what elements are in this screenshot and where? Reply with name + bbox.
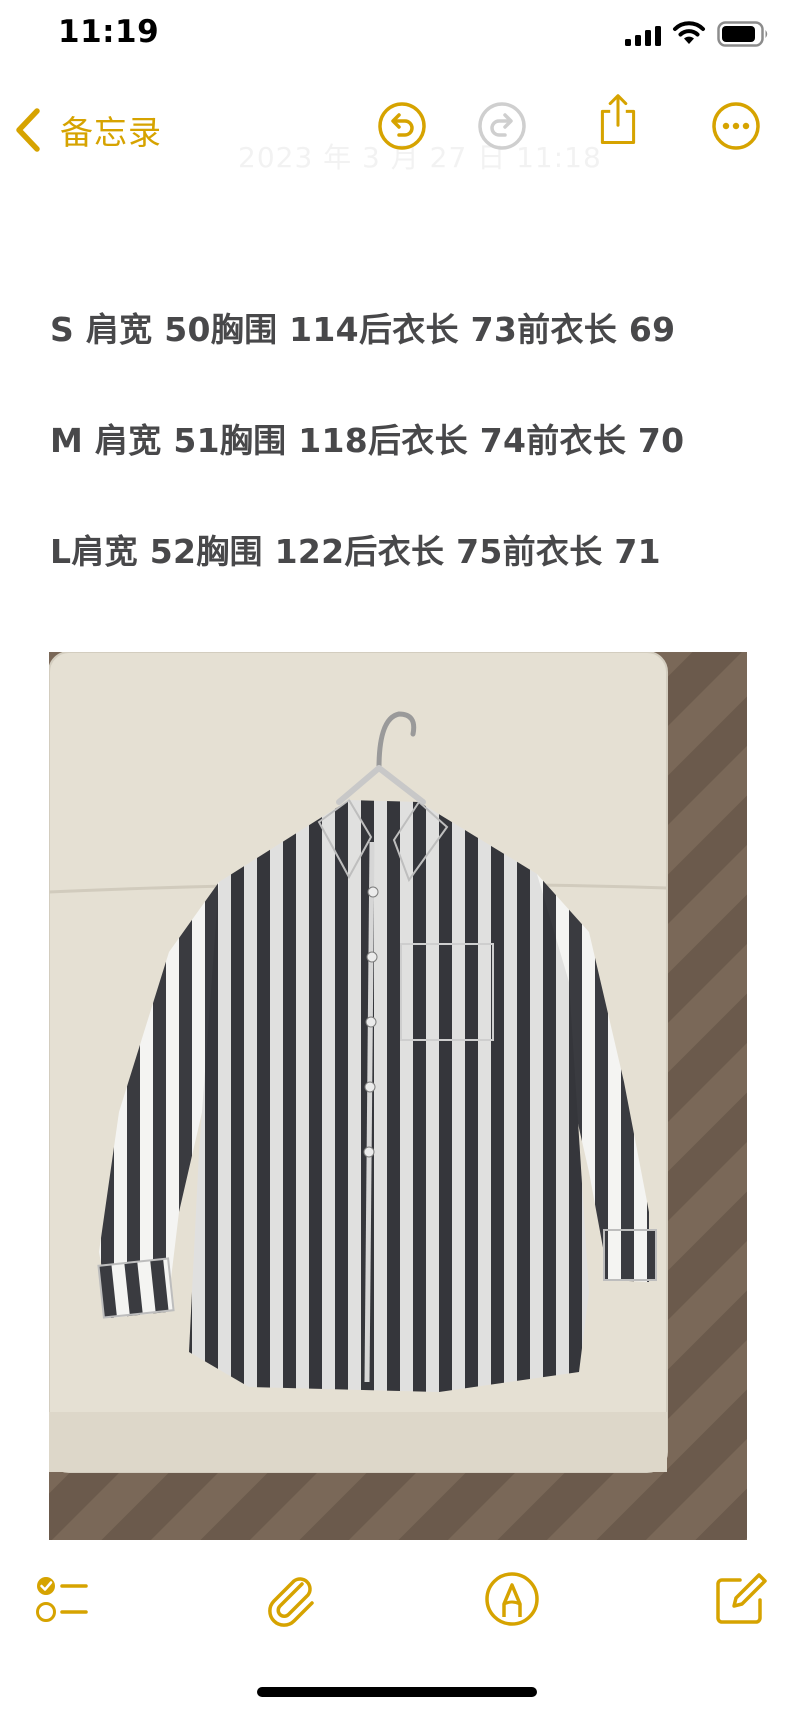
battery-icon [717, 21, 768, 47]
more-icon[interactable] [710, 100, 762, 152]
home-indicator[interactable] [257, 1687, 537, 1697]
redo-icon[interactable] [476, 100, 528, 152]
wifi-icon [673, 21, 705, 44]
checklist-icon[interactable] [34, 1570, 92, 1628]
nav-bar: 2023 年 3 月 27 日 11:18 备忘录 [0, 90, 792, 174]
cellular-signal-icon [625, 26, 661, 46]
paperclip-icon[interactable] [262, 1570, 320, 1628]
size-line-l: L肩宽 52胸围 122后衣长 75前衣长 71 [50, 532, 661, 571]
chevron-left-icon [16, 108, 40, 152]
share-icon[interactable] [592, 94, 644, 146]
undo-icon[interactable] [376, 100, 428, 152]
status-bar: 11:19 [0, 0, 792, 70]
markup-pen-icon[interactable] [483, 1570, 541, 1628]
compose-icon[interactable] [712, 1570, 770, 1628]
note-body[interactable]: S 肩宽 50胸围 114后衣长 73前衣长 69 M 肩宽 51胸围 118后… [50, 300, 750, 633]
back-button[interactable]: 备忘录 [14, 102, 162, 158]
bottom-toolbar [0, 1562, 792, 1636]
size-line-m: M 肩宽 51胸围 118后衣长 74前衣长 70 [50, 421, 685, 460]
striped-shirt-photo[interactable] [49, 652, 747, 1540]
status-time: 11:19 [58, 14, 160, 50]
size-line-s: S 肩宽 50胸围 114后衣长 73前衣长 69 [50, 310, 676, 349]
back-label: 备忘录 [60, 113, 162, 152]
